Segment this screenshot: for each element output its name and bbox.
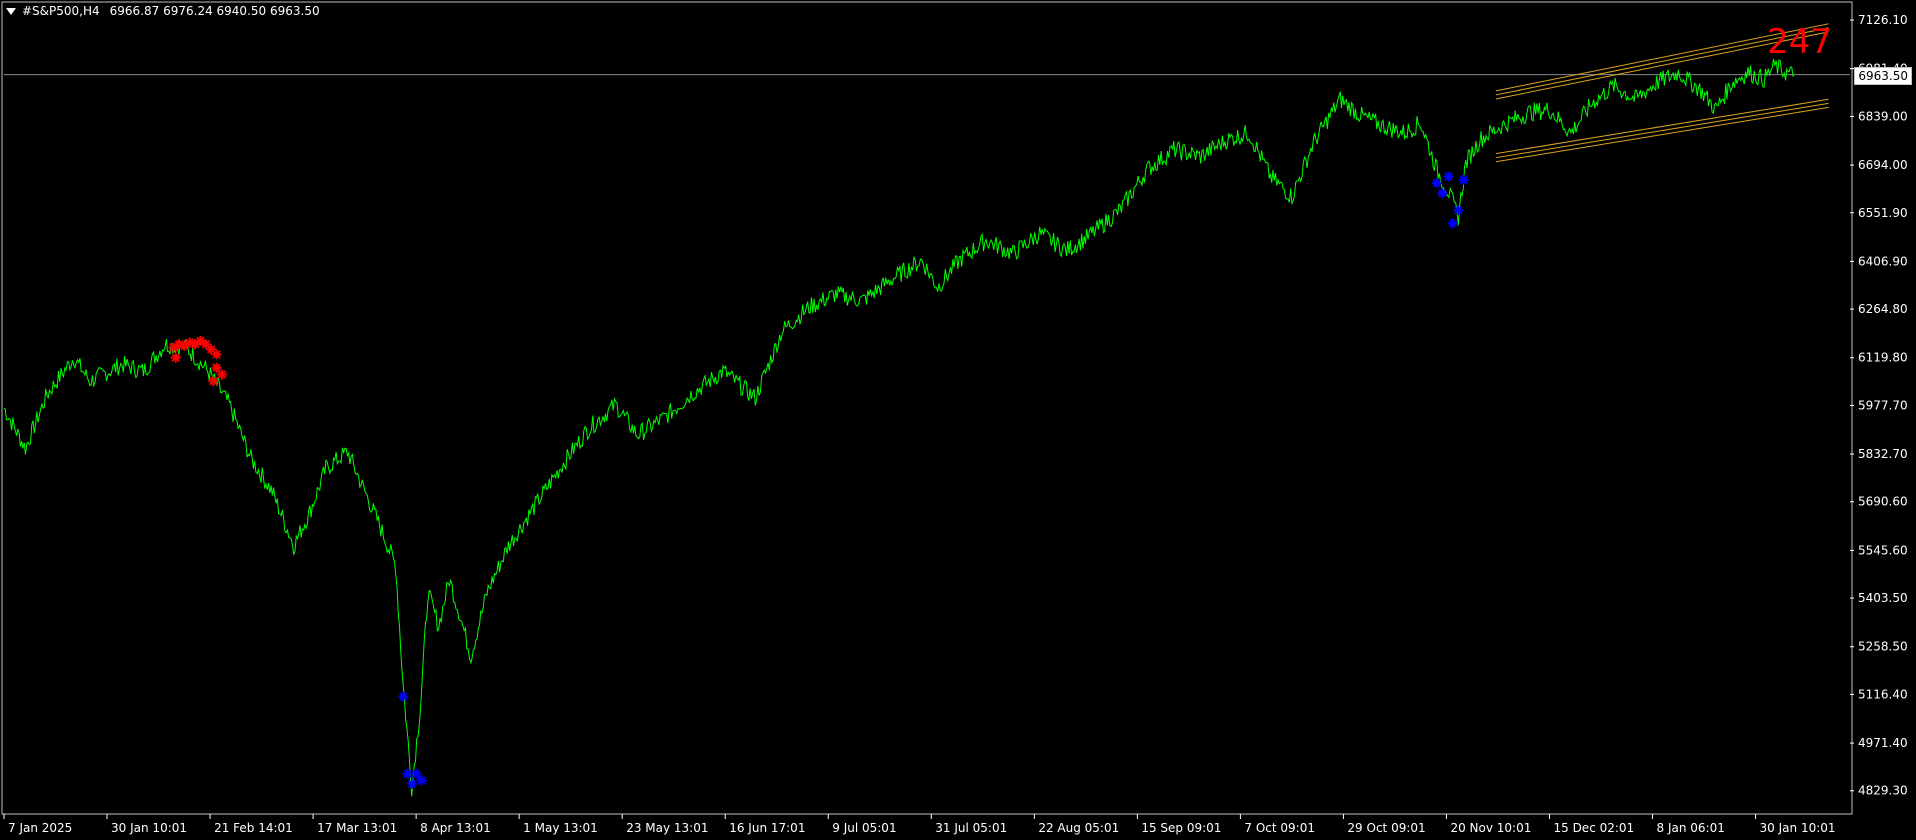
channel-line (1495, 102, 1829, 159)
sell-signal-marker (170, 352, 181, 363)
x-tick-label: 29 Oct 09:01 (1347, 821, 1425, 835)
x-tick-label: 30 Jan 10:01 (1760, 821, 1836, 835)
x-tick-label: 23 May 13:01 (626, 821, 708, 835)
sell-signal-marker (211, 349, 222, 360)
y-tick-label: 4829.30 (1858, 784, 1908, 798)
counter-label: 247 (1767, 22, 1832, 62)
x-tick-label: 22 Aug 05:01 (1038, 821, 1119, 835)
current-price-tag: 6963.50 (1854, 66, 1912, 85)
y-tick-label: 4971.40 (1858, 736, 1908, 750)
x-tick-label: 21 Feb 14:01 (214, 821, 293, 835)
menu-triangle-icon[interactable] (6, 7, 16, 15)
buy-signal-marker (402, 768, 413, 779)
ohlc-values: 6966.87 6976.24 6940.50 6963.50 (109, 4, 320, 18)
price-series-line (3, 58, 1795, 797)
y-tick-label: 5977.70 (1858, 398, 1908, 412)
x-tick-label: 30 Jan 10:01 (111, 821, 187, 835)
x-tick-label: 1 May 13:01 (523, 821, 598, 835)
x-tick-label: 16 Jun 17:01 (729, 821, 805, 835)
buy-signal-marker (1453, 205, 1464, 216)
y-tick-label: 5116.40 (1858, 687, 1908, 701)
y-tick-label: 5403.50 (1858, 591, 1908, 605)
x-tick-label: 8 Apr 13:01 (420, 821, 491, 835)
channel-line (1495, 106, 1829, 163)
y-tick-label: 6406.90 (1858, 254, 1908, 268)
x-tick-label: 15 Sep 09:01 (1141, 821, 1221, 835)
y-tick-label: 6264.80 (1858, 302, 1908, 316)
chart-header: #S&P500,H4 6966.87 6976.24 6940.50 6963.… (0, 3, 320, 19)
y-tick-label: 5258.50 (1858, 640, 1908, 654)
y-tick-label: 6694.00 (1858, 158, 1908, 172)
x-axis: 7 Jan 2025 30 Jan 10:01 21 Feb 14:01 17 Mar… (3, 814, 1836, 835)
buy-signal-marker (406, 778, 417, 789)
buy-signal-marker (1431, 178, 1442, 189)
buy-signal-marker (416, 775, 427, 786)
y-tick-label: 6839.00 (1858, 109, 1908, 123)
sell-signal-marker (208, 376, 219, 387)
signal-markers-layer (168, 171, 1469, 789)
x-tick-label: 7 Jan 2025 (8, 821, 72, 835)
x-tick-label: 9 Jul 05:01 (832, 821, 896, 835)
y-tick-label: 5545.60 (1858, 543, 1908, 557)
buy-signal-marker (1458, 174, 1469, 185)
price-series-layer (3, 58, 1795, 797)
x-tick-label: 20 Nov 10:01 (1450, 821, 1531, 835)
y-tick-label: 5832.70 (1858, 447, 1908, 461)
buy-signal-marker (1447, 218, 1458, 229)
symbol-timeframe: #S&P500,H4 (22, 4, 100, 18)
y-tick-label: 7126.10 (1858, 13, 1908, 27)
x-tick-label: 7 Oct 09:01 (1244, 821, 1315, 835)
y-axis: 7126.106981.406839.006694.006551.906406.… (1850, 13, 1908, 798)
x-tick-label: 15 Dec 02:01 (1553, 821, 1634, 835)
y-tick-label: 6119.80 (1858, 351, 1908, 365)
x-tick-label: 31 Jul 05:01 (935, 821, 1007, 835)
buy-signal-marker (1437, 188, 1448, 199)
x-tick-label: 17 Mar 13:01 (317, 821, 397, 835)
x-tick-label: 8 Jan 06:01 (1657, 821, 1725, 835)
y-tick-label: 6551.90 (1858, 206, 1908, 220)
y-tick-label: 5690.60 (1858, 495, 1908, 509)
sell-signal-marker (216, 369, 227, 380)
buy-signal-marker (1443, 171, 1454, 182)
buy-signal-marker (398, 691, 409, 702)
price-chart[interactable]: 7126.106981.406839.006694.006551.906406.… (0, 0, 1916, 840)
